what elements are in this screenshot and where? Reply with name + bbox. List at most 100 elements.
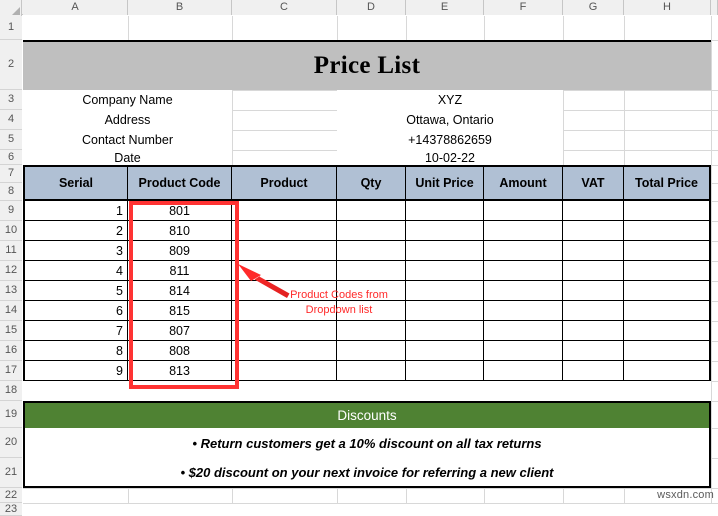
cell-product-row3[interactable]: [232, 241, 337, 261]
row-header-21[interactable]: 21: [0, 458, 22, 488]
row-header-2[interactable]: 2: [0, 40, 22, 90]
cell-amount-row7[interactable]: [484, 321, 563, 341]
column-header-partial[interactable]: [711, 0, 718, 15]
cell-unit_price-row4[interactable]: [406, 261, 484, 281]
row-header-3[interactable]: 3: [0, 90, 22, 110]
cell-total_price-row8[interactable]: [624, 341, 711, 361]
column-header-e[interactable]: E: [406, 0, 484, 15]
column-header-d[interactable]: D: [337, 0, 406, 15]
row-header-1[interactable]: 1: [0, 16, 22, 40]
row-header-14[interactable]: 14: [0, 301, 22, 321]
cell-serial-row6[interactable]: 6: [23, 301, 128, 321]
cell-qty-row9[interactable]: [337, 361, 406, 381]
cell-qty-row7[interactable]: [337, 321, 406, 341]
cell-product-row9[interactable]: [232, 361, 337, 381]
row-header-6[interactable]: 6: [0, 150, 22, 165]
cell-unit_price-row6[interactable]: [406, 301, 484, 321]
cell-total_price-row5[interactable]: [624, 281, 711, 301]
cell-unit_price-row2[interactable]: [406, 221, 484, 241]
cell-product_code-row2[interactable]: 810: [128, 221, 232, 241]
cell-vat-row6[interactable]: [563, 301, 624, 321]
row-header-5[interactable]: 5: [0, 130, 22, 150]
cell-product-row1[interactable]: [232, 201, 337, 221]
row-header-20[interactable]: 20: [0, 428, 22, 458]
row-header-18[interactable]: 18: [0, 381, 22, 401]
column-header-f[interactable]: F: [484, 0, 563, 15]
cell-qty-row4[interactable]: [337, 261, 406, 281]
column-header-a[interactable]: A: [23, 0, 128, 15]
cell-vat-row4[interactable]: [563, 261, 624, 281]
cell-vat-row1[interactable]: [563, 201, 624, 221]
cell-vat-row9[interactable]: [563, 361, 624, 381]
cell-serial-row2[interactable]: 2: [23, 221, 128, 241]
cell-serial-row7[interactable]: 7: [23, 321, 128, 341]
info-value-0[interactable]: XYZ: [337, 90, 563, 110]
cell-amount-row3[interactable]: [484, 241, 563, 261]
row-header-8[interactable]: 8: [0, 183, 22, 201]
cell-product_code-row5[interactable]: 814: [128, 281, 232, 301]
cell-total_price-row2[interactable]: [624, 221, 711, 241]
cell-product-row2[interactable]: [232, 221, 337, 241]
cell-product_code-row1[interactable]: 801: [128, 201, 232, 221]
row-header-4[interactable]: 4: [0, 110, 22, 130]
cell-total_price-row6[interactable]: [624, 301, 711, 321]
cell-qty-row1[interactable]: [337, 201, 406, 221]
cell-total_price-row7[interactable]: [624, 321, 711, 341]
cell-product-row4[interactable]: [232, 261, 337, 281]
column-header-b[interactable]: B: [128, 0, 232, 15]
cell-serial-row5[interactable]: 5: [23, 281, 128, 301]
cell-amount-row4[interactable]: [484, 261, 563, 281]
row-header-16[interactable]: 16: [0, 341, 22, 361]
row-header-15[interactable]: 15: [0, 321, 22, 341]
cell-serial-row9[interactable]: 9: [23, 361, 128, 381]
cell-amount-row6[interactable]: [484, 301, 563, 321]
cell-unit_price-row7[interactable]: [406, 321, 484, 341]
cell-vat-row8[interactable]: [563, 341, 624, 361]
row-header-9[interactable]: 9: [0, 201, 22, 221]
cell-serial-row8[interactable]: 8: [23, 341, 128, 361]
column-header-c[interactable]: C: [232, 0, 337, 15]
cell-amount-row9[interactable]: [484, 361, 563, 381]
cell-product_code-row4[interactable]: 811: [128, 261, 232, 281]
cell-unit_price-row5[interactable]: [406, 281, 484, 301]
cell-vat-row3[interactable]: [563, 241, 624, 261]
cell-product_code-row6[interactable]: 815: [128, 301, 232, 321]
cell-product_code-row9[interactable]: 813: [128, 361, 232, 381]
cell-amount-row8[interactable]: [484, 341, 563, 361]
row-header-23[interactable]: 23: [0, 503, 22, 516]
info-value-3[interactable]: 10-02-22: [337, 150, 563, 165]
row-header-19[interactable]: 19: [0, 401, 22, 428]
cell-amount-row5[interactable]: [484, 281, 563, 301]
row-header-10[interactable]: 10: [0, 221, 22, 241]
cell-unit_price-row1[interactable]: [406, 201, 484, 221]
row-header-12[interactable]: 12: [0, 261, 22, 281]
row-header-22[interactable]: 22: [0, 488, 22, 503]
cell-product_code-row8[interactable]: 808: [128, 341, 232, 361]
cell-amount-row1[interactable]: [484, 201, 563, 221]
column-header-h[interactable]: H: [624, 0, 711, 15]
cell-total_price-row9[interactable]: [624, 361, 711, 381]
cell-unit_price-row9[interactable]: [406, 361, 484, 381]
select-all-corner-button[interactable]: [0, 0, 22, 15]
cell-product_code-row3[interactable]: 809: [128, 241, 232, 261]
cell-product-row7[interactable]: [232, 321, 337, 341]
cell-qty-row2[interactable]: [337, 221, 406, 241]
cell-serial-row4[interactable]: 4: [23, 261, 128, 281]
cell-total_price-row3[interactable]: [624, 241, 711, 261]
cell-total_price-row1[interactable]: [624, 201, 711, 221]
info-value-1[interactable]: Ottawa, Ontario: [337, 110, 563, 130]
info-value-2[interactable]: +14378862659: [337, 130, 563, 150]
row-header-7[interactable]: 7: [0, 165, 22, 183]
cell-serial-row3[interactable]: 3: [23, 241, 128, 261]
row-header-17[interactable]: 17: [0, 361, 22, 381]
cell-product-row8[interactable]: [232, 341, 337, 361]
cell-qty-row3[interactable]: [337, 241, 406, 261]
column-header-g[interactable]: G: [563, 0, 624, 15]
cell-product_code-row7[interactable]: 807: [128, 321, 232, 341]
cell-qty-row8[interactable]: [337, 341, 406, 361]
cell-unit_price-row8[interactable]: [406, 341, 484, 361]
cell-amount-row2[interactable]: [484, 221, 563, 241]
cell-serial-row1[interactable]: 1: [23, 201, 128, 221]
cell-vat-row7[interactable]: [563, 321, 624, 341]
cell-unit_price-row3[interactable]: [406, 241, 484, 261]
